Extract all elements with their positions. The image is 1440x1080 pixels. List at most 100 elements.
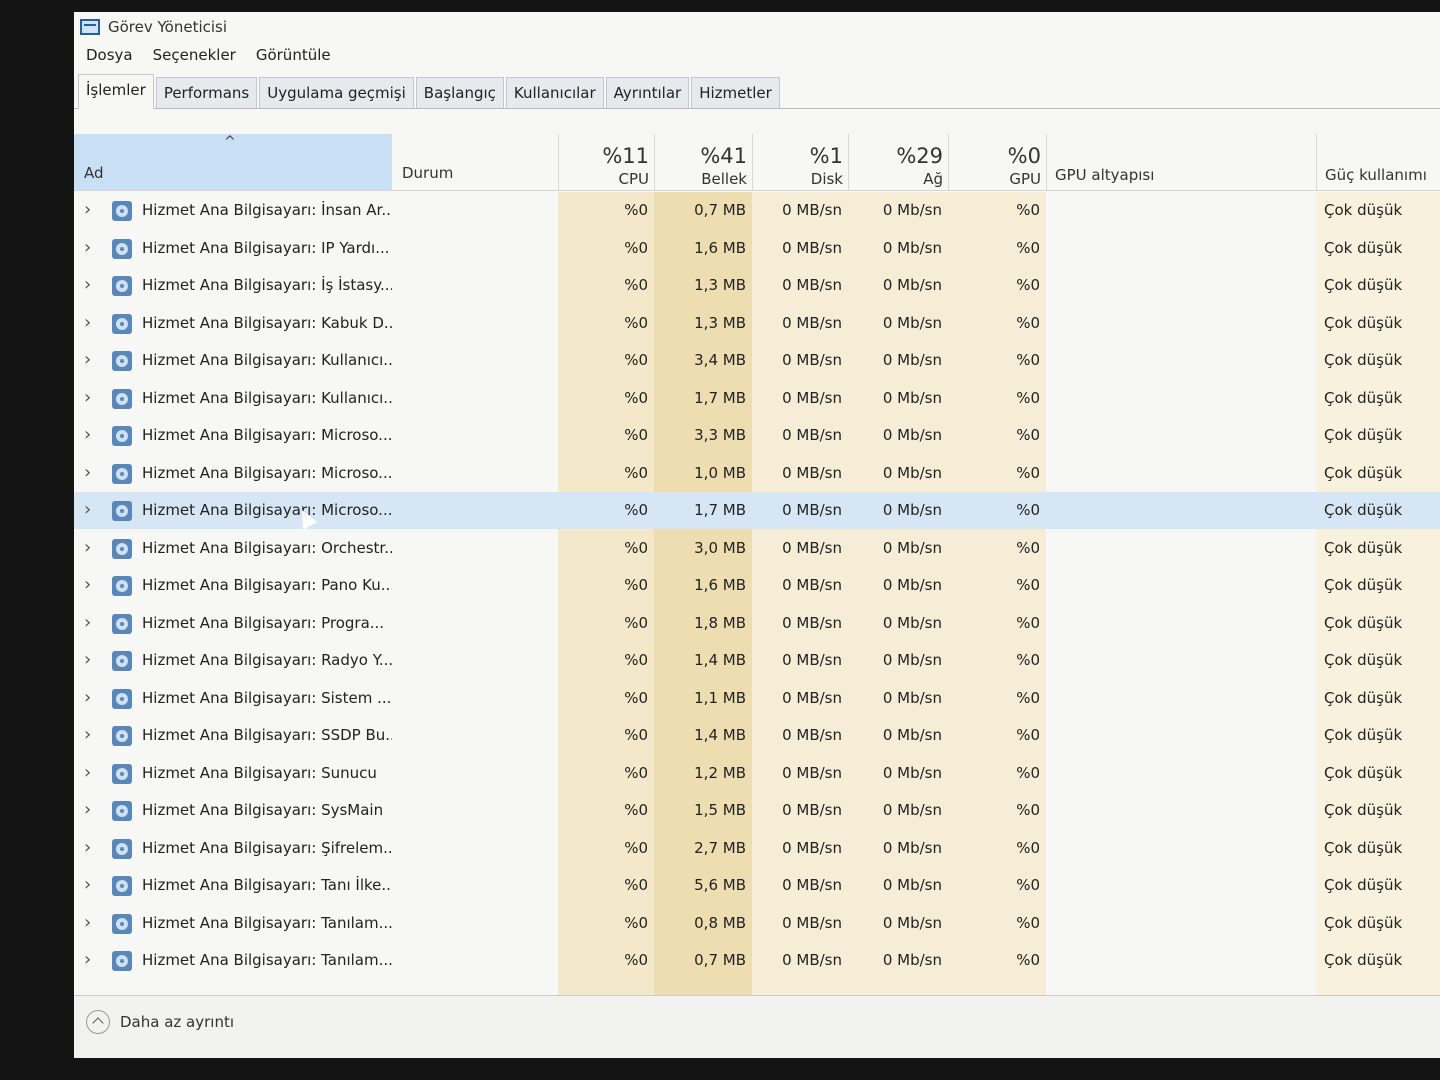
gpu-value: %0 — [1016, 763, 1040, 782]
table-row[interactable]: › Hizmet Ana Bilgisayarı: SysMain %0 1,5 MB… — [74, 792, 1440, 829]
fewer-details-button[interactable]: Daha az ayrıntı — [86, 1010, 234, 1034]
gpu-value: %0 — [1016, 501, 1040, 519]
task-manager-window: Görev Yöneticisi Dosya Seçenekler Görünt… — [74, 12, 1440, 1058]
menu-options[interactable]: Seçenekler — [153, 46, 236, 64]
column-header-cpu[interactable]: %11 CPU — [558, 134, 655, 190]
disk-value: 0 MB/sn — [782, 688, 842, 707]
column-header-gpu-engine[interactable]: GPU altyapısı — [1046, 134, 1317, 190]
expand-chevron-icon[interactable]: › — [84, 492, 98, 529]
expand-chevron-icon[interactable]: › — [84, 605, 98, 642]
expand-chevron-icon[interactable]: › — [84, 230, 98, 267]
network-value: 0 Mb/sn — [882, 613, 942, 632]
table-row[interactable]: › Hizmet Ana Bilgisayarı: Sunucu %0 1,2 MB 0… — [74, 755, 1440, 792]
title-bar: Görev Yöneticisi — [74, 12, 1440, 42]
service-gear-icon — [112, 838, 132, 859]
expand-chevron-icon[interactable]: › — [84, 530, 98, 567]
memory-value: 1,6 MB — [694, 238, 746, 257]
table-row[interactable]: › Hizmet Ana Bilgisayarı: Tanılam... %0 0,7… — [74, 942, 1440, 979]
network-value: 0 Mb/sn — [882, 913, 942, 932]
expand-chevron-icon[interactable]: › — [84, 267, 98, 304]
gpu-value: %0 — [1016, 801, 1040, 819]
service-gear-icon — [112, 613, 132, 634]
table-row[interactable]: › Hizmet Ana Bilgisayarı: Kabuk D... %0 1,3… — [74, 305, 1440, 342]
disk-value: 0 MB/sn — [782, 876, 842, 894]
process-name: Hizmet Ana Bilgisayarı: Tanılam... — [142, 913, 392, 932]
expand-chevron-icon[interactable]: › — [84, 192, 98, 229]
expand-chevron-icon[interactable]: › — [84, 942, 98, 979]
table-row[interactable]: › Hizmet Ana Bilgisayarı: İnsan Ar... %0 0,… — [74, 192, 1440, 229]
table-row[interactable]: › Hizmet Ana Bilgisayarı: Kullanıcı... %0 3… — [74, 342, 1440, 379]
network-value: 0 Mb/sn — [882, 688, 942, 707]
tab-details[interactable]: Ayrıntılar — [605, 77, 690, 108]
expand-chevron-icon[interactable]: › — [84, 417, 98, 454]
memory-value: 0,8 MB — [694, 913, 746, 932]
tab-performance[interactable]: Performans — [155, 77, 258, 108]
table-row[interactable]: › Hizmet Ana Bilgisayarı: Tanılam... %0 0,8… — [74, 905, 1440, 942]
expand-chevron-icon[interactable]: › — [84, 867, 98, 904]
disk-value: 0 MB/sn — [782, 951, 842, 969]
column-header-disk[interactable]: %1 Disk — [752, 134, 849, 190]
expand-chevron-icon[interactable]: › — [84, 342, 98, 379]
cpu-value: %0 — [624, 726, 648, 744]
expand-chevron-icon[interactable]: › — [84, 380, 98, 417]
expand-chevron-icon[interactable]: › — [84, 717, 98, 754]
cpu-value: %0 — [624, 201, 648, 219]
memory-value: 1,7 MB — [694, 501, 746, 519]
tab-startup[interactable]: Başlangıç — [415, 77, 504, 108]
expand-chevron-icon[interactable]: › — [84, 792, 98, 829]
column-header-network[interactable]: %29 Ağ — [848, 134, 949, 190]
service-gear-icon — [112, 201, 132, 221]
table-row[interactable]: › Hizmet Ana Bilgisayarı: Microso... %0 1,7… — [74, 492, 1440, 529]
expand-chevron-icon[interactable]: › — [84, 755, 98, 792]
cpu-value: %0 — [624, 351, 648, 369]
expand-chevron-icon[interactable]: › — [84, 642, 98, 679]
table-row[interactable]: › Hizmet Ana Bilgisayarı: Pano Ku... %0 1,6… — [74, 567, 1440, 604]
memory-value: 1,4 MB — [694, 651, 746, 669]
menu-view[interactable]: Görüntüle — [256, 46, 331, 64]
service-gear-icon — [112, 688, 132, 709]
table-row[interactable]: › Hizmet Ana Bilgisayarı: Microso... %0 1,0… — [74, 455, 1440, 492]
tab-processes[interactable]: İşlemler — [78, 74, 154, 109]
table-row[interactable]: › Hizmet Ana Bilgisayarı: SSDP Bu... %0 1,4… — [74, 717, 1440, 754]
process-name: Hizmet Ana Bilgisayarı: İş İstasy... — [142, 276, 392, 294]
cpu-value: %0 — [624, 388, 648, 407]
memory-value: 1,3 MB — [694, 313, 746, 332]
table-row[interactable]: › Hizmet Ana Bilgisayarı: Kullanıcı... %0 1… — [74, 380, 1440, 417]
table-row[interactable]: › Hizmet Ana Bilgisayarı: Sistem ... %0 1,1… — [74, 680, 1440, 717]
table-row[interactable]: › Hizmet Ana Bilgisayarı: İş İstasy... %0 1… — [74, 267, 1440, 304]
column-header-memory[interactable]: %41 Bellek — [654, 134, 753, 190]
network-value: 0 Mb/sn — [882, 313, 942, 332]
memory-value: 3,3 MB — [694, 426, 746, 444]
column-header-power[interactable]: Güç kullanımı — [1316, 134, 1440, 190]
menu-file[interactable]: Dosya — [86, 46, 133, 64]
expand-chevron-icon[interactable]: › — [84, 830, 98, 867]
service-gear-icon — [112, 726, 132, 746]
tab-users[interactable]: Kullanıcılar — [505, 77, 604, 108]
column-header-status[interactable]: Durum — [392, 134, 558, 190]
disk-value: 0 MB/sn — [782, 538, 842, 557]
table-row[interactable]: › Hizmet Ana Bilgisayarı: Progra... %0 1,8 … — [74, 605, 1440, 642]
network-value: 0 Mb/sn — [882, 238, 942, 257]
column-header-gpu[interactable]: %0 GPU — [948, 134, 1047, 190]
process-name: Hizmet Ana Bilgisayarı: İnsan Ar... — [142, 201, 392, 219]
cpu-value: %0 — [624, 313, 648, 332]
column-header-name[interactable]: ^ Ad — [74, 134, 392, 190]
gpu-value: %0 — [1016, 913, 1040, 932]
table-row[interactable]: › Hizmet Ana Bilgisayarı: Tanı İlke... %0 5… — [74, 867, 1440, 904]
tab-services[interactable]: Hizmetler — [691, 77, 780, 108]
table-row[interactable]: › Hizmet Ana Bilgisayarı: IP Yardı... %0 1,… — [74, 230, 1440, 267]
expand-chevron-icon[interactable]: › — [84, 905, 98, 942]
expand-chevron-icon[interactable]: › — [84, 567, 98, 604]
expand-chevron-icon[interactable]: › — [84, 455, 98, 492]
expand-chevron-icon[interactable]: › — [84, 305, 98, 342]
table-row[interactable]: › Hizmet Ana Bilgisayarı: Microso... %0 3,3… — [74, 417, 1440, 454]
tab-app-history[interactable]: Uygulama geçmişi — [259, 77, 414, 108]
gpu-value: %0 — [1016, 651, 1040, 669]
gpu-value: %0 — [1016, 688, 1040, 707]
table-row[interactable]: › Hizmet Ana Bilgisayarı: Şifrelem... %0 2,… — [74, 830, 1440, 867]
cpu-value: %0 — [624, 763, 648, 782]
network-value: 0 Mb/sn — [882, 201, 942, 219]
table-row[interactable]: › Hizmet Ana Bilgisayarı: Radyo Y... %0 1,4… — [74, 642, 1440, 679]
expand-chevron-icon[interactable]: › — [84, 680, 98, 717]
table-row[interactable]: › Hizmet Ana Bilgisayarı: Orchestr... %0 3,… — [74, 530, 1440, 567]
